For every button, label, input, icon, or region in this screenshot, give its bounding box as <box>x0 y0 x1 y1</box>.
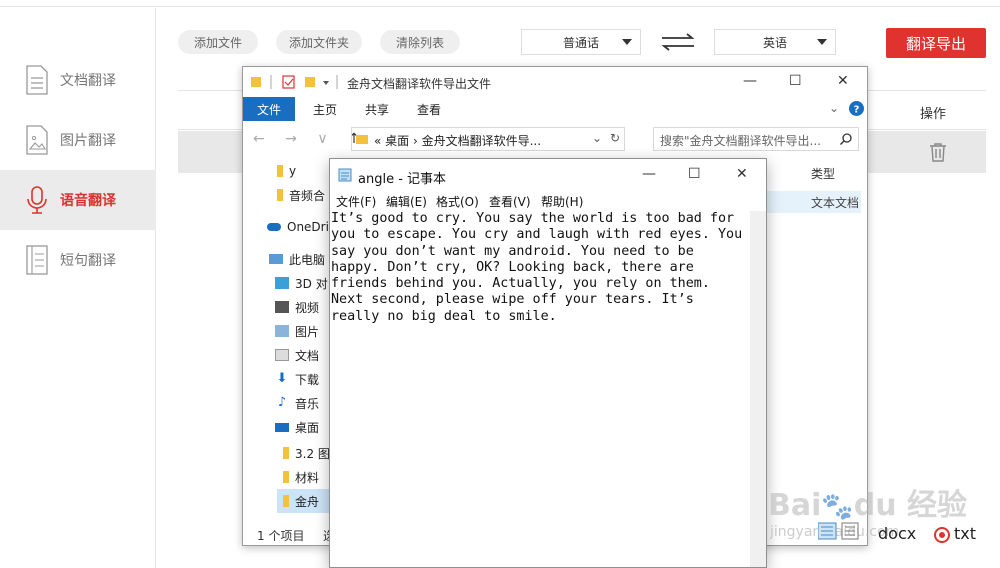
tab-view[interactable]: 查看 <box>417 101 441 118</box>
sidebar-item-short-translate[interactable]: 短句翻译 <box>0 230 156 290</box>
translate-export-button[interactable]: 翻译导出 <box>886 28 986 58</box>
desktop-icon <box>275 422 289 432</box>
chevron-down-icon[interactable]: ⌄ <box>829 101 839 115</box>
explorer-titlebar: 金舟文档翻译软件导出文件 — ☐ ✕ <box>243 67 867 97</box>
search-icon[interactable] <box>840 133 852 145</box>
document-icon <box>275 349 289 361</box>
download-icon: ⬇ <box>276 371 288 386</box>
folder-icon <box>356 135 368 144</box>
target-language-select[interactable]: 英语 <box>714 29 836 55</box>
picture-icon <box>275 325 289 337</box>
vertical-scrollbar[interactable] <box>750 211 766 567</box>
sidebar-item-document-translate[interactable]: 文档翻译 <box>0 50 156 110</box>
notepad-icon <box>338 168 352 182</box>
chevron-down-icon[interactable]: ⌄ <box>592 131 602 145</box>
address-row: ← → ∨ ↑ « 桌面 › 金舟文档翻译软件导... ⌄ ↻ 搜索"金舟文档翻… <box>243 125 867 155</box>
microphone-icon <box>24 185 50 215</box>
image-icon <box>24 125 50 155</box>
search-placeholder: 搜索"金舟文档翻译软件导出... <box>660 134 821 148</box>
refresh-icon[interactable]: ↻ <box>610 131 620 145</box>
file-type-cell: 文本文档 <box>811 196 860 210</box>
menu-format[interactable]: 格式(O) <box>436 193 479 210</box>
operation-column-header: 操作 <box>920 107 947 122</box>
address-path: « 桌面 › 金舟文档翻译软件导... <box>374 134 542 148</box>
music-icon: ♪ <box>277 395 287 410</box>
sidebar: 文档翻译 图片翻译 语音翻译 短句翻译 <box>0 8 156 568</box>
radio-icon[interactable] <box>934 527 950 543</box>
sidebar-item-label: 图片翻译 <box>60 133 116 149</box>
status-item-count: 1 个项目 <box>257 529 305 543</box>
document-icon <box>24 65 50 95</box>
maximize-icon[interactable]: ☐ <box>789 73 802 89</box>
close-icon[interactable]: ✕ <box>736 166 748 182</box>
tab-share[interactable]: 共享 <box>365 101 389 118</box>
source-language-value: 普通话 <box>562 35 599 50</box>
swap-language-icon[interactable] <box>660 32 696 52</box>
clear-list-button[interactable]: 清除列表 <box>380 30 460 54</box>
txt-format-label[interactable]: txt <box>954 524 976 543</box>
close-icon[interactable]: ✕ <box>837 73 849 89</box>
tab-home[interactable]: 主页 <box>313 101 337 118</box>
notepad-titlebar: angle - 记事本 — ☐ ✕ <box>330 159 766 191</box>
search-input[interactable]: 搜索"金舟文档翻译软件导出... <box>653 127 859 151</box>
computer-icon <box>269 254 283 264</box>
sidebar-item-label: 语音翻译 <box>60 193 116 209</box>
trash-icon[interactable] <box>929 142 947 162</box>
notepad-text-area[interactable]: It’s good to cry. You say the world is t… <box>330 211 750 567</box>
sidebar-item-image-translate[interactable]: 图片翻译 <box>0 110 156 170</box>
type-column-header[interactable]: 类型 <box>811 165 835 182</box>
tree-item-selected-folder[interactable]: 金舟 <box>277 489 329 513</box>
menu-edit[interactable]: 编辑(E) <box>386 193 427 210</box>
baidu-watermark: Bai🐾du 经验 <box>768 488 968 523</box>
menu-file[interactable]: 文件(F) <box>336 193 376 210</box>
cube-icon <box>275 277 289 289</box>
top-divider <box>0 6 1000 7</box>
maximize-icon[interactable]: ☐ <box>688 166 701 182</box>
notepad-window: angle - 记事本 — ☐ ✕ 文件(F) 编辑(E) 格式(O) 查看(V… <box>329 158 767 568</box>
sidebar-item-label: 文档翻译 <box>60 73 116 89</box>
svg-text:?: ? <box>854 105 860 116</box>
view-mode-icons[interactable] <box>818 522 860 540</box>
folder-icon <box>283 495 289 507</box>
video-icon <box>275 301 289 313</box>
source-language-select[interactable]: 普通话 <box>521 29 641 55</box>
add-file-button[interactable]: 添加文件 <box>178 30 258 54</box>
chevron-down-icon <box>817 39 827 45</box>
folder-icon <box>283 471 289 483</box>
folder-icon <box>277 189 283 201</box>
explorer-title: 金舟文档翻译软件导出文件 <box>347 77 492 91</box>
quick-access-icons <box>251 75 338 89</box>
add-folder-button[interactable]: 添加文件夹 <box>276 30 362 54</box>
address-bar[interactable]: « 桌面 › 金舟文档翻译软件导... ⌄ ↻ <box>351 127 625 151</box>
minimize-icon[interactable]: — <box>743 73 757 89</box>
target-language-value: 英语 <box>762 35 787 50</box>
short-text-icon <box>24 245 50 275</box>
tab-file[interactable]: 文件 <box>243 97 295 121</box>
cloud-icon <box>267 223 281 231</box>
chevron-down-icon <box>622 39 632 45</box>
minimize-icon[interactable]: — <box>642 166 656 182</box>
sidebar-item-voice-translate[interactable]: 语音翻译 <box>0 170 156 230</box>
menu-view[interactable]: 查看(V) <box>489 193 531 210</box>
explorer-ribbon: 文件 主页 共享 查看 ⌄ ? <box>243 97 867 121</box>
help-icon[interactable]: ? <box>849 101 864 116</box>
menu-help[interactable]: 帮助(H) <box>541 193 583 210</box>
folder-icon <box>277 165 283 177</box>
notepad-title: angle - 记事本 <box>358 172 447 187</box>
folder-icon <box>283 447 289 459</box>
notepad-menubar: 文件(F) 编辑(E) 格式(O) 查看(V) 帮助(H) <box>330 191 766 211</box>
docx-format-label[interactable]: docx <box>878 524 916 543</box>
sidebar-item-label: 短句翻译 <box>60 253 116 269</box>
